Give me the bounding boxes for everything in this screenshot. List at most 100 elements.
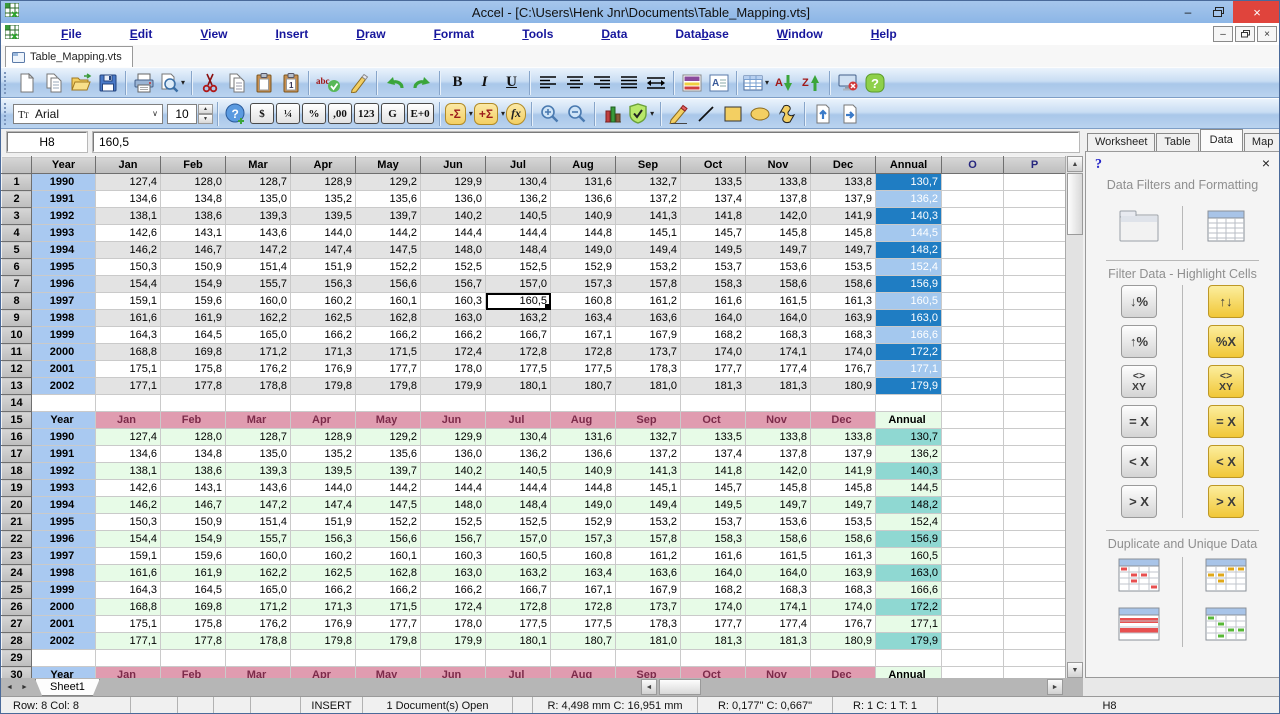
cell[interactable]: 180,9 xyxy=(811,633,876,650)
number-format-button-2[interactable]: % xyxy=(302,103,326,124)
column-header-dec[interactable]: Dec xyxy=(811,157,876,174)
cell[interactable]: 143,1 xyxy=(161,480,226,497)
cell[interactable]: 139,5 xyxy=(291,463,356,480)
number-format-button-5[interactable]: G xyxy=(381,103,405,124)
cell[interactable]: 177,7 xyxy=(356,361,421,378)
cell[interactable]: 151,4 xyxy=(226,259,291,276)
cell[interactable]: 181,0 xyxy=(616,378,681,395)
cell[interactable]: 169,8 xyxy=(161,344,226,361)
cell[interactable]: 162,8 xyxy=(356,565,421,582)
cell[interactable]: 157,8 xyxy=(616,276,681,293)
cell[interactable]: 136,6 xyxy=(551,191,616,208)
cell-year-1991[interactable]: 1991 xyxy=(32,446,96,463)
cell-year-1991[interactable]: 1991 xyxy=(32,191,96,208)
column-header-apr[interactable]: Apr xyxy=(291,157,356,174)
cell[interactable]: 137,9 xyxy=(811,446,876,463)
number-format-button-6[interactable]: E+0 xyxy=(407,103,434,124)
cell[interactable]: 136,2 xyxy=(486,191,551,208)
menu-data[interactable]: Data xyxy=(577,27,651,41)
panel-tab-worksheet[interactable]: Worksheet xyxy=(1087,133,1155,151)
cell-year-2001[interactable]: 2001 xyxy=(32,361,96,378)
cell[interactable]: 149,7 xyxy=(811,242,876,259)
cell[interactable]: 157,0 xyxy=(486,276,551,293)
cell[interactable]: 134,6 xyxy=(96,191,161,208)
cell-year-1990[interactable]: 1990 xyxy=(32,174,96,191)
cell-annual[interactable]: 152,4 xyxy=(876,259,942,276)
cell-annual[interactable]: 160,5 xyxy=(876,548,942,565)
cell[interactable]: 159,6 xyxy=(161,293,226,310)
cell[interactable]: 158,3 xyxy=(681,276,746,293)
cell-year-2002[interactable]: 2002 xyxy=(32,378,96,395)
cell[interactable]: 167,1 xyxy=(551,582,616,599)
row-header-4[interactable]: 4 xyxy=(2,225,32,242)
cell-annual[interactable]: 179,9 xyxy=(876,378,942,395)
cell[interactable]: 175,1 xyxy=(96,361,161,378)
cell-year-1998[interactable]: 1998 xyxy=(32,310,96,327)
pencil-icon[interactable] xyxy=(665,101,692,127)
cell[interactable]: 158,6 xyxy=(746,276,811,293)
cell[interactable]: 158,3 xyxy=(681,531,746,548)
row-header-9[interactable]: 9 xyxy=(2,310,32,327)
column-header-oct[interactable]: Oct xyxy=(681,157,746,174)
cell[interactable]: 136,0 xyxy=(421,446,486,463)
cell[interactable]: 144,8 xyxy=(551,225,616,242)
cell-year-2000[interactable]: 2000 xyxy=(32,344,96,361)
cell[interactable]: 149,7 xyxy=(746,497,811,514)
cell[interactable]: 128,0 xyxy=(161,429,226,446)
column-header-feb[interactable]: Feb xyxy=(161,157,226,174)
cell[interactable]: 158,6 xyxy=(811,276,876,293)
row-header-28[interactable]: 28 xyxy=(2,633,32,650)
cell[interactable]: 129,2 xyxy=(356,429,421,446)
cell[interactable]: 166,7 xyxy=(486,582,551,599)
cell[interactable]: 133,5 xyxy=(681,174,746,191)
cell[interactable]: 142,6 xyxy=(96,225,161,242)
row-header-1[interactable]: 1 xyxy=(2,174,32,191)
column-header-may[interactable]: May xyxy=(356,157,421,174)
cell[interactable]: 135,0 xyxy=(226,446,291,463)
cell[interactable]: 137,4 xyxy=(681,446,746,463)
cell[interactable]: 152,2 xyxy=(356,259,421,276)
cell-annual[interactable]: 156,9 xyxy=(876,276,942,293)
cell[interactable]: 169,8 xyxy=(161,599,226,616)
cut-icon[interactable] xyxy=(196,70,223,96)
cell[interactable]: 128,7 xyxy=(226,174,291,191)
cell[interactable]: 156,3 xyxy=(291,276,356,293)
column-header-p[interactable]: P xyxy=(1004,157,1066,174)
cell[interactable]: 153,7 xyxy=(681,514,746,531)
cell-year-1994[interactable]: 1994 xyxy=(32,497,96,514)
row-header-26[interactable]: 26 xyxy=(2,599,32,616)
cell[interactable]: 135,6 xyxy=(356,191,421,208)
cell[interactable]: 136,2 xyxy=(486,446,551,463)
cell[interactable]: 129,9 xyxy=(421,429,486,446)
cell[interactable]: 137,8 xyxy=(746,446,811,463)
cell[interactable]: 128,9 xyxy=(291,174,356,191)
cell[interactable]: 143,6 xyxy=(226,225,291,242)
cell[interactable]: 136,0 xyxy=(421,191,486,208)
cell[interactable]: 142,0 xyxy=(746,463,811,480)
cell-annual[interactable]: 160,5 xyxy=(876,293,942,310)
selected-cell[interactable]: 160,5 xyxy=(486,293,551,310)
cell[interactable]: 160,3 xyxy=(421,548,486,565)
cell[interactable]: 165,0 xyxy=(226,582,291,599)
cell[interactable]: 166,2 xyxy=(291,327,356,344)
sheet-tab[interactable]: Sheet1 xyxy=(35,679,100,696)
cell[interactable]: 164,3 xyxy=(96,582,161,599)
cell[interactable]: 149,4 xyxy=(616,242,681,259)
cell[interactable]: 168,8 xyxy=(96,599,161,616)
cell-annual[interactable]: 148,2 xyxy=(876,242,942,259)
cell[interactable]: 153,5 xyxy=(811,514,876,531)
cell[interactable]: 181,3 xyxy=(681,633,746,650)
toolbar-grip[interactable] xyxy=(4,72,8,94)
cell[interactable]: 138,6 xyxy=(161,208,226,225)
cell[interactable]: 156,6 xyxy=(356,531,421,548)
cell[interactable]: 127,4 xyxy=(96,174,161,191)
filter-highlight-button-5[interactable]: > X xyxy=(1208,485,1244,518)
column-header-year[interactable]: Year xyxy=(32,157,96,174)
cell[interactable]: 174,0 xyxy=(811,344,876,361)
cell-annual[interactable]: 179,9 xyxy=(876,633,942,650)
cell[interactable]: 177,8 xyxy=(161,633,226,650)
panel-close-button[interactable]: × xyxy=(1262,155,1270,171)
row-header-11[interactable]: 11 xyxy=(2,344,32,361)
row-header-17[interactable]: 17 xyxy=(2,446,32,463)
column-header-jun[interactable]: Jun xyxy=(421,157,486,174)
